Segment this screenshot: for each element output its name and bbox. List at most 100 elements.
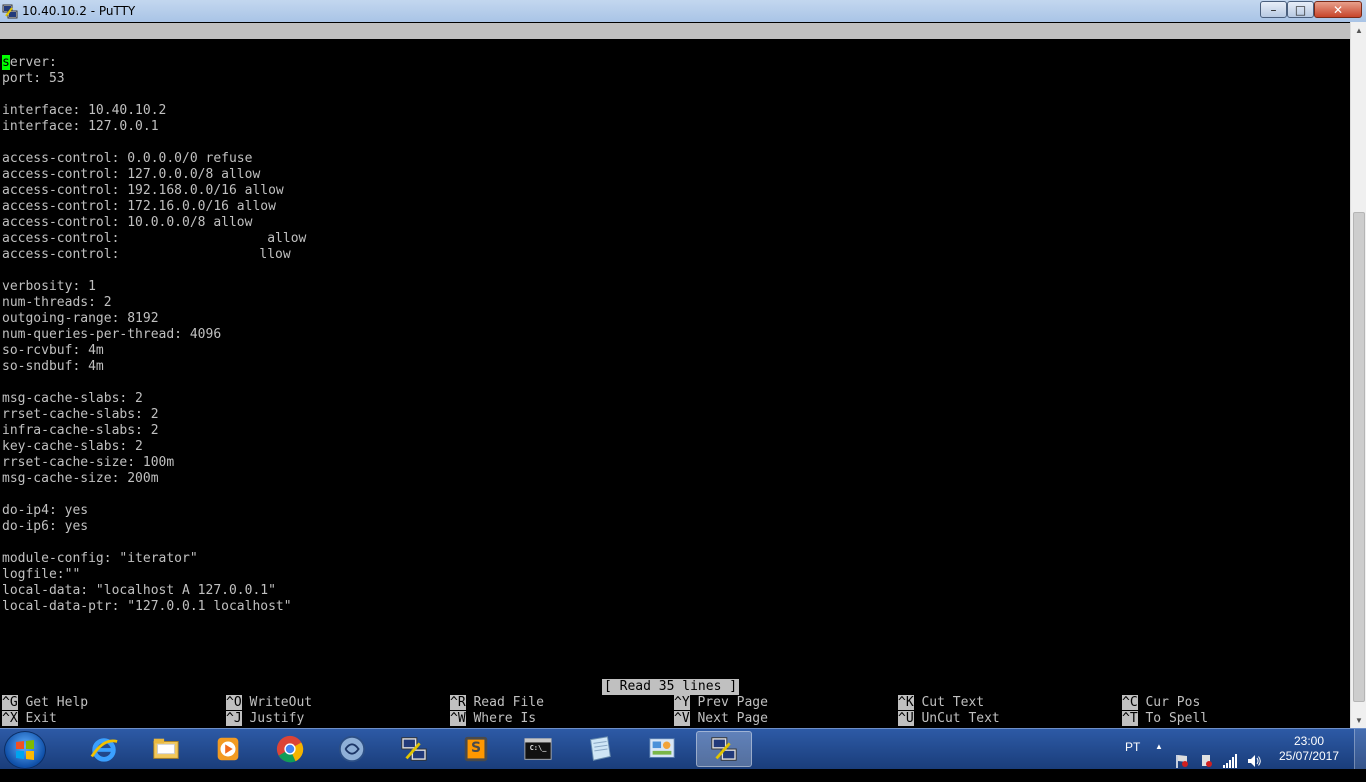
taskbar-button-putty[interactable] [386, 731, 442, 767]
terminal-area[interactable]: GNU nano 2.2.6 File: /config/unbound/unb… [0, 22, 1350, 728]
config-line-text: module-config: "iterator" [2, 551, 198, 566]
shortcut-label: Exit [25, 711, 57, 726]
shortcut-key: ^R [450, 695, 466, 710]
config-line: do-ip6: yes [2, 519, 88, 535]
clock-date: 25/07/2017 [1278, 749, 1340, 763]
config-line-text: port: 53 [2, 71, 65, 86]
scroll-thumb[interactable] [1353, 212, 1365, 702]
config-line-text: local-data: "localhost A 127.0.0.1" [2, 583, 276, 598]
text-cursor: s [2, 55, 10, 70]
winbox-icon [337, 734, 367, 764]
shortcut-item: ^Y Prev Page [674, 695, 768, 711]
close-button[interactable]: ✕ [1314, 1, 1362, 18]
config-line: num-queries-per-thread: 4096 [2, 327, 221, 343]
taskbar-button-internet-explorer[interactable] [76, 731, 132, 767]
config-line: verbosity: 1 [2, 279, 96, 295]
config-line-suffix: allow [259, 231, 307, 246]
shortcut-item: ^T To Spell [1122, 711, 1208, 727]
shortcut-key: ^J [226, 711, 242, 726]
shortcut-item: ^J Justify [226, 711, 304, 727]
language-indicator[interactable]: PT [1125, 740, 1140, 780]
shortcut-label: Prev Page [697, 695, 768, 710]
system-clock[interactable]: 23:00 25/07/2017 [1270, 734, 1348, 764]
config-line: access-control: allow [2, 231, 306, 247]
config-line-text: so-rcvbuf: 4m [2, 343, 104, 358]
shortcut-label: UnCut Text [921, 711, 1000, 726]
config-line: logfile:"" [2, 567, 80, 583]
config-line-text: access-control: 127.0.0.0/8 allow [2, 167, 261, 182]
config-line-text: interface: 127.0.0.1 [2, 119, 159, 134]
window-title: 10.40.10.2 - PuTTY [22, 4, 136, 18]
config-line-suffix: llow [259, 247, 291, 262]
notepad-icon [585, 734, 615, 764]
shortcut-label: Justify [249, 711, 305, 726]
config-line-text: msg-cache-slabs: 2 [2, 391, 143, 406]
nano-status-message: [ Read 35 lines ] [602, 679, 740, 695]
config-line: local-data: "localhost A 127.0.0.1" [2, 583, 276, 599]
config-line: access-control: 0.0.0.0/0 refuse [2, 151, 252, 167]
config-line: num-threads: 2 [2, 295, 112, 311]
config-line: access-control: 10.0.0.0/8 allow [2, 215, 252, 231]
scroll-down-icon[interactable]: ▼ [1351, 712, 1366, 728]
shortcut-item: ^V Next Page [674, 711, 768, 727]
redacted-ip [119, 248, 260, 261]
security-alert-icon[interactable] [1199, 741, 1213, 781]
taskbar-button-media-player[interactable] [200, 731, 256, 767]
taskbar-button-notepad[interactable] [572, 731, 628, 767]
maximize-icon: □ [1294, 2, 1307, 17]
minimize-icon: – [1270, 2, 1277, 17]
minimize-button[interactable]: – [1260, 1, 1287, 18]
shortcut-item: ^G Get Help [2, 695, 88, 711]
config-line: port: 53 [2, 71, 65, 87]
shortcut-key: ^W [450, 711, 466, 726]
action-center-flag-icon[interactable] [1175, 741, 1189, 781]
cmd-glyph: C:\_ [529, 744, 547, 752]
shortcut-label: Read File [473, 695, 544, 710]
windows-logo-icon [16, 740, 34, 760]
network-signal-icon[interactable] [1222, 741, 1238, 781]
terminal-scrollbar[interactable]: ▲ ▼ [1350, 22, 1366, 728]
config-line-text: outgoing-range: 8192 [2, 311, 159, 326]
config-line-text: access-control: 10.0.0.0/8 allow [2, 215, 253, 230]
start-button[interactable] [4, 731, 46, 769]
config-line-text: verbosity: 1 [2, 279, 96, 294]
config-line: outgoing-range: 8192 [2, 311, 159, 327]
nano-header: GNU nano 2.2.6 File: /config/unbound/unb… [0, 23, 1350, 70]
config-line: interface: 127.0.0.1 [2, 119, 159, 135]
config-line: access-control: 127.0.0.0/8 allow [2, 167, 260, 183]
config-line: msg-cache-size: 200m [2, 471, 159, 487]
scroll-up-icon[interactable]: ▲ [1351, 22, 1366, 38]
config-line-text: interface: 10.40.10.2 [2, 103, 167, 118]
config-line-text: so-sndbuf: 4m [2, 359, 104, 374]
shortcut-key: ^T [1122, 711, 1138, 726]
config-line-text: msg-cache-size: 200m [2, 471, 159, 486]
config-line: do-ip4: yes [2, 503, 88, 519]
config-line-text: access-control: [2, 231, 120, 246]
config-line: key-cache-slabs: 2 [2, 439, 143, 455]
taskbar-button-putty[interactable] [696, 731, 752, 767]
putty-app-icon[interactable] [2, 3, 18, 19]
window-titlebar[interactable]: 10.40.10.2 - PuTTY – □ ✕ [0, 0, 1366, 23]
sublime-glyph: S [470, 740, 482, 756]
config-line: msg-cache-slabs: 2 [2, 391, 143, 407]
show-desktop-button[interactable] [1354, 729, 1366, 769]
shortcut-item: ^U UnCut Text [898, 711, 1000, 727]
config-line-text: do-ip4: yes [2, 503, 89, 518]
close-icon: ✕ [1332, 2, 1344, 17]
maximize-button[interactable]: □ [1287, 1, 1314, 18]
config-line-text: access-control: 0.0.0.0/0 refuse [2, 151, 253, 166]
taskbar-button-sublime[interactable]: S [448, 731, 504, 767]
putty-icon-icon [399, 734, 429, 764]
taskbar-button-file-explorer[interactable] [138, 731, 194, 767]
tray-expand-icon[interactable]: ▲ [1155, 742, 1163, 782]
taskbar-button-chrome[interactable] [262, 731, 318, 767]
shortcut-item: ^W Where Is [450, 711, 536, 727]
shortcut-item: ^K Cut Text [898, 695, 984, 711]
config-line-text: rrset-cache-slabs: 2 [2, 407, 159, 422]
taskbar-button-control-panel[interactable] [634, 731, 690, 767]
config-line: so-rcvbuf: 4m [2, 343, 104, 359]
taskbar-button-cmd[interactable]: C:\_ [510, 731, 566, 767]
taskbar-button-winbox[interactable] [324, 731, 380, 767]
cmd-icon: C:\_ [523, 734, 553, 764]
volume-icon[interactable] [1246, 741, 1262, 781]
